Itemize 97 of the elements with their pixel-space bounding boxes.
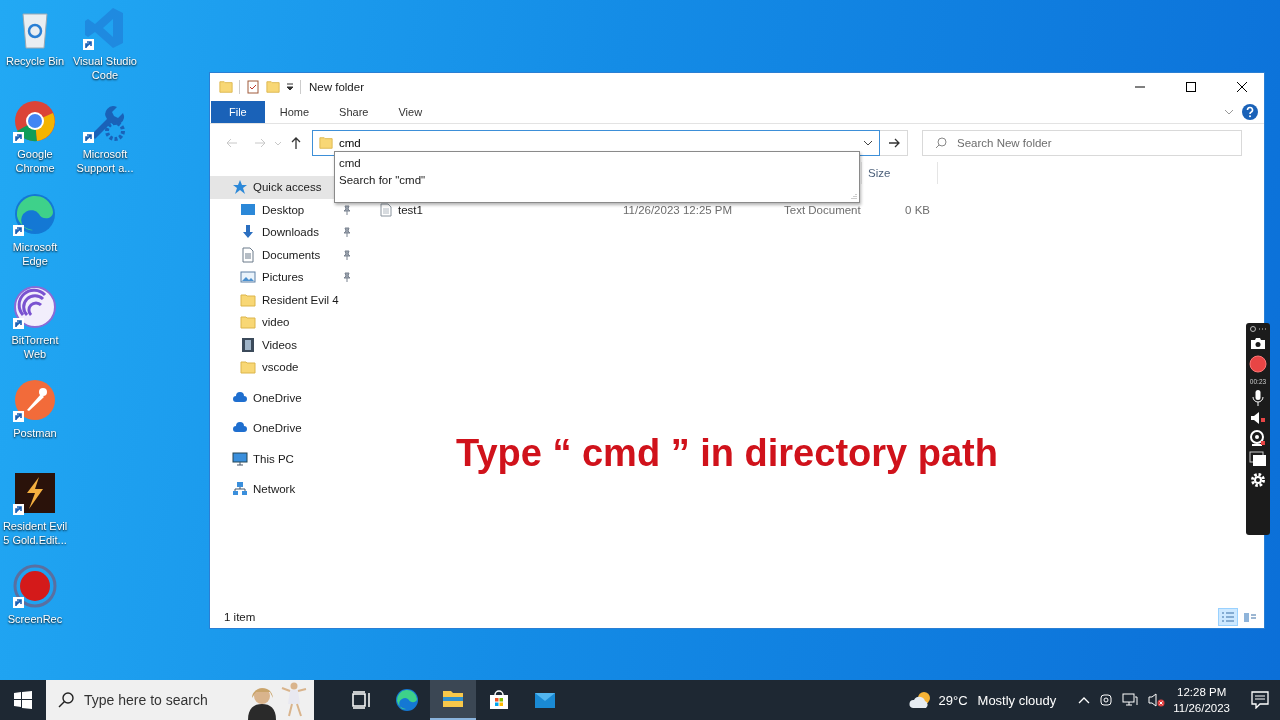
shortcut-arrow-icon bbox=[13, 597, 24, 608]
nav-item[interactable]: Pictures bbox=[210, 266, 360, 289]
folder-icon bbox=[240, 314, 256, 331]
pen-circle-icon bbox=[13, 378, 57, 422]
file-tab[interactable]: File bbox=[211, 101, 265, 123]
maximize-icon[interactable] bbox=[1185, 82, 1196, 92]
computer-icon bbox=[232, 450, 248, 467]
browser-icon bbox=[13, 99, 57, 143]
task-view-icon bbox=[349, 688, 373, 712]
search-field[interactable]: Type here to search bbox=[84, 692, 234, 708]
shortcut-arrow-icon bbox=[13, 411, 24, 422]
suggestion-item[interactable]: cmd bbox=[339, 154, 855, 171]
folder-icon bbox=[319, 136, 333, 150]
pin-icon bbox=[342, 272, 352, 283]
caret-icon[interactable] bbox=[863, 140, 873, 146]
file-name: test1 bbox=[398, 204, 423, 216]
folder-icon bbox=[266, 80, 280, 94]
shortcut-arrow-icon bbox=[13, 132, 24, 143]
search-icon bbox=[58, 692, 74, 708]
temperature-text: 29°C bbox=[938, 692, 968, 708]
document-icon bbox=[240, 246, 256, 263]
nav-item[interactable]: Videos bbox=[210, 333, 360, 356]
ribbon-tab[interactable]: Share bbox=[324, 101, 384, 123]
shortcut-arrow-icon bbox=[13, 225, 24, 236]
camera-icon[interactable] bbox=[1099, 692, 1114, 708]
pin-icon bbox=[342, 204, 352, 215]
help-icon[interactable] bbox=[1242, 104, 1258, 120]
microphone-icon[interactable] bbox=[1252, 390, 1264, 406]
folder-icon bbox=[240, 291, 256, 308]
network-icon bbox=[232, 481, 248, 498]
resize-grip-icon bbox=[850, 193, 857, 200]
search-box[interactable]: Search New folder bbox=[922, 130, 1242, 156]
pin-icon bbox=[342, 249, 352, 260]
camera-icon[interactable] bbox=[1250, 337, 1266, 350]
webcam-icon[interactable] bbox=[1250, 430, 1266, 446]
date-text: 11/26/2023 bbox=[1173, 701, 1230, 716]
caret-icon[interactable] bbox=[286, 83, 294, 91]
shortcut-arrow-icon bbox=[13, 504, 24, 515]
record-icon bbox=[13, 564, 57, 608]
nav-item[interactable]: Network bbox=[210, 478, 360, 501]
shortcut-arrow-icon bbox=[83, 39, 94, 50]
film-icon bbox=[240, 336, 256, 353]
window-title: New folder bbox=[309, 81, 364, 93]
settings-icon[interactable] bbox=[1250, 472, 1266, 488]
more-icon[interactable] bbox=[1249, 326, 1267, 332]
search-field[interactable]: Search New folder bbox=[957, 137, 1241, 149]
column-header[interactable]: Size bbox=[862, 162, 938, 184]
message-icon[interactable] bbox=[1251, 691, 1269, 709]
file-date: 11/26/2023 12:25 PM bbox=[622, 204, 734, 216]
nav-item[interactable]: OneDrive bbox=[210, 386, 360, 409]
nav-item[interactable]: Resident Evil 4 bbox=[210, 288, 360, 311]
arcs-circle-icon bbox=[13, 285, 57, 329]
pin-icon bbox=[342, 227, 352, 238]
close-icon[interactable] bbox=[1236, 82, 1247, 92]
nav-item[interactable]: Documents bbox=[210, 243, 360, 266]
desktop-icon bbox=[240, 201, 256, 218]
game-icon bbox=[13, 471, 57, 515]
file-type: Text Document bbox=[783, 204, 862, 216]
checklist-icon[interactable] bbox=[246, 80, 260, 94]
swirl-icon bbox=[13, 192, 57, 236]
swirl-icon bbox=[395, 688, 419, 712]
image-icon bbox=[240, 269, 256, 286]
arrow-right-icon[interactable] bbox=[887, 138, 900, 148]
search-icon bbox=[935, 137, 947, 149]
ribbon-tab[interactable]: View bbox=[383, 101, 438, 123]
nav-item[interactable]: Desktop bbox=[210, 198, 360, 221]
nav-item[interactable]: vscode bbox=[210, 356, 360, 379]
time-text: 12:28 PM bbox=[1177, 685, 1227, 700]
cloudy-weather-icon bbox=[908, 690, 933, 710]
store-icon bbox=[487, 688, 511, 712]
caption-text: Type “ cmd ” in directory path bbox=[456, 432, 998, 474]
windows-logo-icon[interactable] bbox=[14, 691, 32, 709]
shortcut-arrow-icon bbox=[13, 318, 24, 329]
shortcut-arrow-icon bbox=[83, 132, 94, 143]
clock[interactable]: 12:28 PM 11/26/2023 bbox=[1173, 680, 1230, 720]
nav-item[interactable]: Downloads bbox=[210, 221, 360, 244]
status-text: 1 item bbox=[224, 611, 256, 623]
nav-item[interactable]: This PC bbox=[210, 447, 360, 470]
nav-item[interactable]: video bbox=[210, 311, 360, 334]
star-icon bbox=[232, 179, 248, 196]
chevron-up-icon[interactable] bbox=[1078, 696, 1091, 704]
speaker-icon[interactable] bbox=[1250, 411, 1266, 425]
ribbon-tab[interactable]: Home bbox=[264, 101, 325, 123]
chevron-icon[interactable] bbox=[1224, 109, 1234, 115]
folder-icon bbox=[219, 80, 233, 94]
network-icon[interactable] bbox=[1122, 692, 1139, 708]
file-size: 0 KB bbox=[904, 204, 931, 216]
folder-icon bbox=[240, 359, 256, 376]
windows-icon[interactable] bbox=[1249, 451, 1267, 467]
taskbar-app[interactable] bbox=[430, 680, 476, 720]
up-arrow-icon[interactable] bbox=[291, 137, 301, 149]
record-icon[interactable] bbox=[1249, 355, 1267, 373]
address-field[interactable]: cmd bbox=[339, 137, 857, 149]
go-button[interactable] bbox=[880, 130, 908, 156]
muted-speaker-icon[interactable] bbox=[1147, 692, 1166, 708]
nav-item[interactable]: OneDrive bbox=[210, 417, 360, 440]
weather-text: Mostly cloudy bbox=[977, 692, 1057, 708]
